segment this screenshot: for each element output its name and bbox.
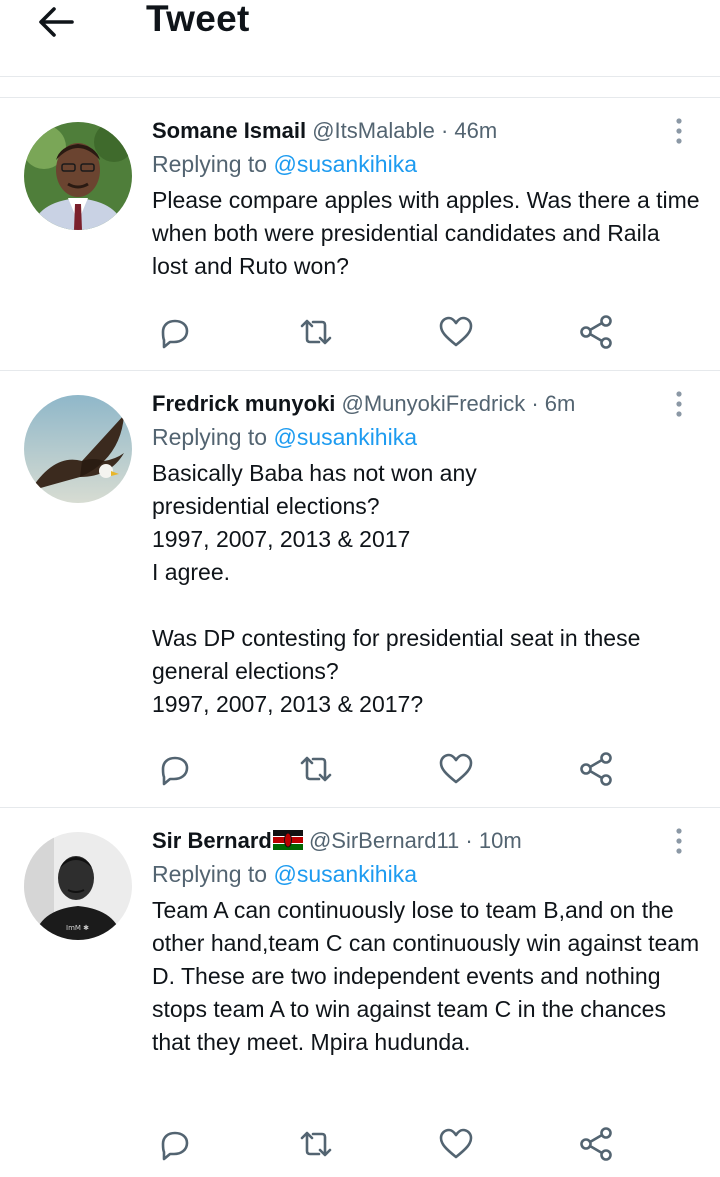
avatar[interactable]: ImM ✱	[24, 832, 132, 940]
replying-to-mention[interactable]: @susankihika	[273, 424, 417, 450]
separator-dot: ·	[440, 118, 449, 143]
separator-dot: ·	[465, 828, 473, 853]
replying-to: Replying to @susankihika	[152, 858, 700, 890]
retweet-icon	[300, 319, 332, 345]
more-vertical-icon	[676, 391, 682, 417]
replying-to-mention[interactable]: @susankihika	[273, 151, 417, 177]
retweet-button[interactable]	[296, 749, 336, 789]
more-vertical-icon	[676, 118, 682, 144]
reply-button[interactable]	[154, 1124, 194, 1164]
retweet-icon	[300, 756, 332, 782]
author-handle[interactable]: @MunyokiFredrick	[342, 391, 526, 416]
share-icon	[580, 315, 612, 349]
author-handle[interactable]: @ItsMalable	[312, 118, 435, 143]
tweet-text: Basically Baba has not won any president…	[152, 460, 641, 717]
author-name[interactable]: Fredrick munyoki	[152, 391, 335, 416]
timestamp[interactable]: 6m	[545, 391, 576, 416]
more-options-button[interactable]	[672, 389, 686, 419]
avatar[interactable]	[24, 122, 132, 230]
replying-to: Replying to @susankihika	[152, 148, 700, 180]
reply-button[interactable]	[154, 749, 194, 789]
svg-text:ImM ✱: ImM ✱	[66, 924, 89, 932]
avatar-image: ImM ✱	[24, 832, 132, 940]
retweet-icon	[300, 1131, 332, 1157]
share-icon	[580, 1127, 612, 1161]
avatar[interactable]	[24, 395, 132, 503]
more-options-button[interactable]	[672, 826, 686, 856]
separator-dot: ·	[531, 391, 539, 416]
tweet-item[interactable]: ImM ✱ Sir Bernard @SirBernard11 · 10m Re…	[0, 808, 720, 1177]
replying-to-label: Replying to	[152, 151, 274, 177]
heart-icon	[439, 1128, 473, 1159]
timestamp[interactable]: 10m	[479, 828, 522, 853]
tweet-actions	[152, 749, 622, 789]
author-handle[interactable]: @SirBernard11	[309, 828, 459, 853]
avatar-image	[24, 395, 132, 503]
more-options-button[interactable]	[672, 116, 686, 146]
replying-to-mention[interactable]: @susankihika	[273, 861, 417, 887]
top-app-bar: Tweet	[0, 0, 720, 77]
tweet-meta: Fredrick munyoki @MunyokiFredrick · 6m	[152, 389, 700, 419]
reply-button[interactable]	[154, 312, 194, 352]
retweet-button[interactable]	[296, 1124, 336, 1164]
like-button[interactable]	[436, 1124, 476, 1164]
reply-icon	[161, 756, 189, 786]
reply-icon	[161, 1131, 189, 1161]
like-button[interactable]	[436, 312, 476, 352]
tweet-actions	[152, 1124, 622, 1164]
retweet-button[interactable]	[296, 312, 336, 352]
share-button[interactable]	[576, 749, 616, 789]
tweet-item[interactable]: Somane Ismail @ItsMalable · 46m Replying…	[0, 98, 720, 371]
arrow-left-icon	[39, 7, 74, 37]
more-vertical-icon	[676, 828, 682, 854]
tweet-text: Please compare apples with apples. Was t…	[152, 187, 700, 279]
author-name[interactable]: Somane Ismail	[152, 118, 306, 143]
separator	[0, 77, 720, 98]
replying-to-label: Replying to	[152, 424, 274, 450]
share-button[interactable]	[576, 1124, 616, 1164]
tweet-meta: Somane Ismail @ItsMalable · 46m	[152, 116, 700, 146]
tweet-text: Team A can continuously lose to team B,a…	[152, 897, 700, 1055]
page-title: Tweet	[146, 0, 250, 39]
avatar-image	[24, 122, 132, 230]
back-button[interactable]	[34, 2, 78, 42]
share-button[interactable]	[576, 312, 616, 352]
author-name[interactable]: Sir Bernard	[152, 828, 272, 853]
heart-icon	[439, 753, 473, 784]
kenya-flag-icon	[272, 830, 303, 850]
replying-to-label: Replying to	[152, 861, 274, 887]
tweet-meta: Sir Bernard @SirBernard11 · 10m	[152, 826, 700, 856]
timestamp[interactable]: 46m	[454, 118, 497, 143]
tweet-actions	[152, 312, 622, 352]
reply-icon	[161, 319, 189, 349]
like-button[interactable]	[436, 749, 476, 789]
share-icon	[580, 752, 612, 786]
replying-to: Replying to @susankihika	[152, 421, 700, 453]
tweet-item[interactable]: Fredrick munyoki @MunyokiFredrick · 6m R…	[0, 371, 720, 808]
heart-icon	[439, 316, 473, 347]
